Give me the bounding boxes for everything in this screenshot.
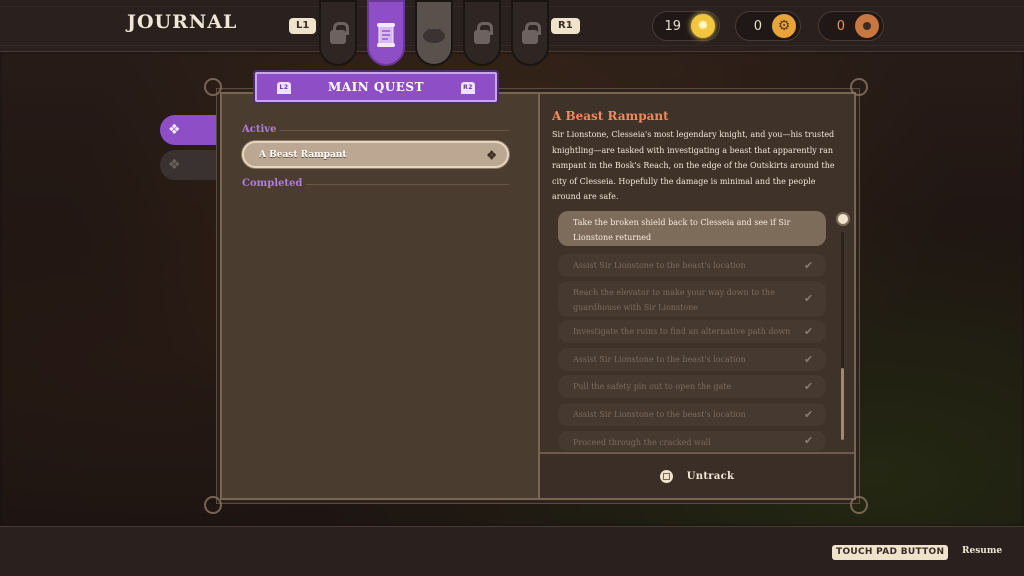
category-header: L2 MAIN QUEST R2: [255, 72, 497, 102]
objective-completed: Proceed through the cracked wall ✔: [558, 431, 826, 451]
quest-title: A Beast Rampant: [552, 109, 669, 123]
objective-text: Investigate the ruins to find an alterna…: [573, 327, 791, 336]
currency-value: 0: [836, 18, 845, 34]
checkmark-icon: ✔: [804, 434, 814, 447]
currency-gear-tokens: 0 ⚙: [735, 11, 801, 41]
scrollbar-thumb[interactable]: [841, 368, 844, 440]
divider: [280, 130, 509, 131]
objective-current: Take the broken shield back to Clesseia …: [558, 211, 826, 246]
sun-coin-icon: ✹: [691, 14, 715, 38]
objective-text: Assist Sir Lionstone to the beast's loca…: [573, 261, 746, 270]
r2-trigger-badge[interactable]: R2: [461, 82, 475, 94]
journal-title: JOURNAL: [127, 11, 238, 33]
objectives-scrollbar[interactable]: [841, 232, 844, 440]
active-section-label: Active: [242, 124, 277, 135]
compass-icon: ❖: [168, 122, 181, 138]
objective-text: Proceed through the cracked wall: [573, 438, 711, 447]
objective-text: Pull the safety pin out to open the gate: [573, 382, 732, 391]
objective-text: Take the broken shield back to Clesseia …: [573, 218, 791, 242]
objective-text: Assist Sir Lionstone to the beast's loca…: [573, 410, 746, 419]
l1-trigger-badge[interactable]: L1: [289, 18, 317, 34]
tab-locked-1[interactable]: [319, 0, 357, 66]
objective-marker-icon: [836, 212, 850, 226]
touch-pad-button-badge[interactable]: TOUCH PAD BUTTON: [832, 545, 949, 560]
r1-trigger-badge[interactable]: R1: [551, 18, 580, 34]
quest-list-item-label: A Beast Rampant: [259, 149, 347, 160]
objective-completed: Reach the elevator to make your way down…: [558, 281, 826, 317]
square-button-icon: [659, 469, 673, 483]
tab-inventory[interactable]: [415, 0, 453, 66]
untrack-label: Untrack: [686, 470, 735, 482]
side-tab-main-quest[interactable]: ❖: [160, 115, 216, 145]
objective-completed: Investigate the ruins to find an alterna…: [558, 320, 826, 343]
objective-completed: Assist Sir Lionstone to the beast's loca…: [558, 254, 826, 277]
objective-completed: Pull the safety pin out to open the gate…: [558, 375, 826, 398]
donut-icon: [855, 14, 879, 38]
checkmark-icon: ✔: [804, 352, 814, 366]
compass-icon: ❖: [168, 157, 181, 173]
corner-ornament-icon: [850, 78, 868, 96]
objective-text: Reach the elevator to make your way down…: [573, 288, 775, 312]
pouch-icon: [423, 28, 445, 43]
checkmark-icon: ✔: [804, 258, 814, 272]
checkmark-icon: ✔: [804, 379, 814, 393]
checkmark-icon: ✔: [804, 407, 814, 421]
tab-quests[interactable]: [367, 0, 405, 66]
currency-value: 19: [664, 18, 681, 34]
corner-ornament-icon: [204, 496, 222, 514]
quest-list-item[interactable]: A Beast Rampant ❖: [242, 141, 509, 168]
currency-donuts: 0: [818, 11, 884, 41]
completed-section-label: Completed: [242, 178, 303, 189]
lock-icon: [522, 22, 541, 44]
scroll-icon: [377, 23, 395, 47]
tab-locked-3[interactable]: [511, 0, 549, 66]
resume-label[interactable]: Resume: [962, 546, 1002, 556]
objective-text: Assist Sir Lionstone to the beast's loca…: [573, 355, 746, 364]
corner-ornament-icon: [204, 78, 222, 96]
tab-locked-2[interactable]: [463, 0, 501, 66]
quest-description: Sir Lionstone, Clesseia's most legendary…: [552, 130, 835, 201]
lock-icon: [474, 22, 493, 44]
side-tab-side-quest[interactable]: ❖: [160, 150, 216, 180]
divider: [306, 184, 509, 185]
untrack-button[interactable]: Untrack: [540, 452, 854, 498]
objective-completed: Assist Sir Lionstone to the beast's loca…: [558, 403, 826, 426]
l2-trigger-badge[interactable]: L2: [277, 82, 291, 94]
gear-token-icon: ⚙: [772, 14, 796, 38]
checkmark-icon: ✔: [804, 292, 814, 305]
corner-ornament-icon: [850, 496, 868, 514]
currency-sun-coins: 19 ✹: [652, 11, 720, 41]
lock-icon: [330, 22, 349, 44]
checkmark-icon: ✔: [804, 324, 814, 338]
currency-value: 0: [753, 18, 762, 34]
objective-completed: Assist Sir Lionstone to the beast's loca…: [558, 348, 826, 371]
category-title: MAIN QUEST: [327, 80, 424, 94]
tracked-icon: ❖: [486, 148, 497, 162]
